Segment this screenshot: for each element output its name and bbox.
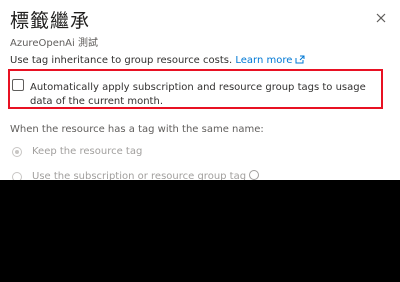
tag-inheritance-panel: 標籤繼承 AzureOpenAi 測試 Use tag inheritance … xyxy=(0,0,400,182)
obscured-region xyxy=(0,180,400,282)
info-icon[interactable] xyxy=(249,170,260,180)
panel-title: 標籤繼承 xyxy=(10,10,91,32)
description-text: Use tag inheritance to group resource co… xyxy=(10,55,233,66)
auto-apply-checkbox[interactable] xyxy=(12,79,24,91)
panel-subtitle: AzureOpenAi 測試 xyxy=(10,38,98,49)
description: Use tag inheritance to group resource co… xyxy=(10,55,305,67)
keep-resource-tag-label[interactable]: Keep the resource tag xyxy=(32,146,142,157)
keep-resource-tag-radio[interactable] xyxy=(12,147,22,157)
external-link-icon xyxy=(295,55,305,67)
close-icon[interactable] xyxy=(374,10,388,24)
learn-more-link[interactable]: Learn more xyxy=(235,55,305,66)
auto-apply-checkbox-label[interactable]: Automatically apply subscription and res… xyxy=(30,81,380,109)
conflict-section-label: When the resource has a tag with the sam… xyxy=(10,124,264,135)
